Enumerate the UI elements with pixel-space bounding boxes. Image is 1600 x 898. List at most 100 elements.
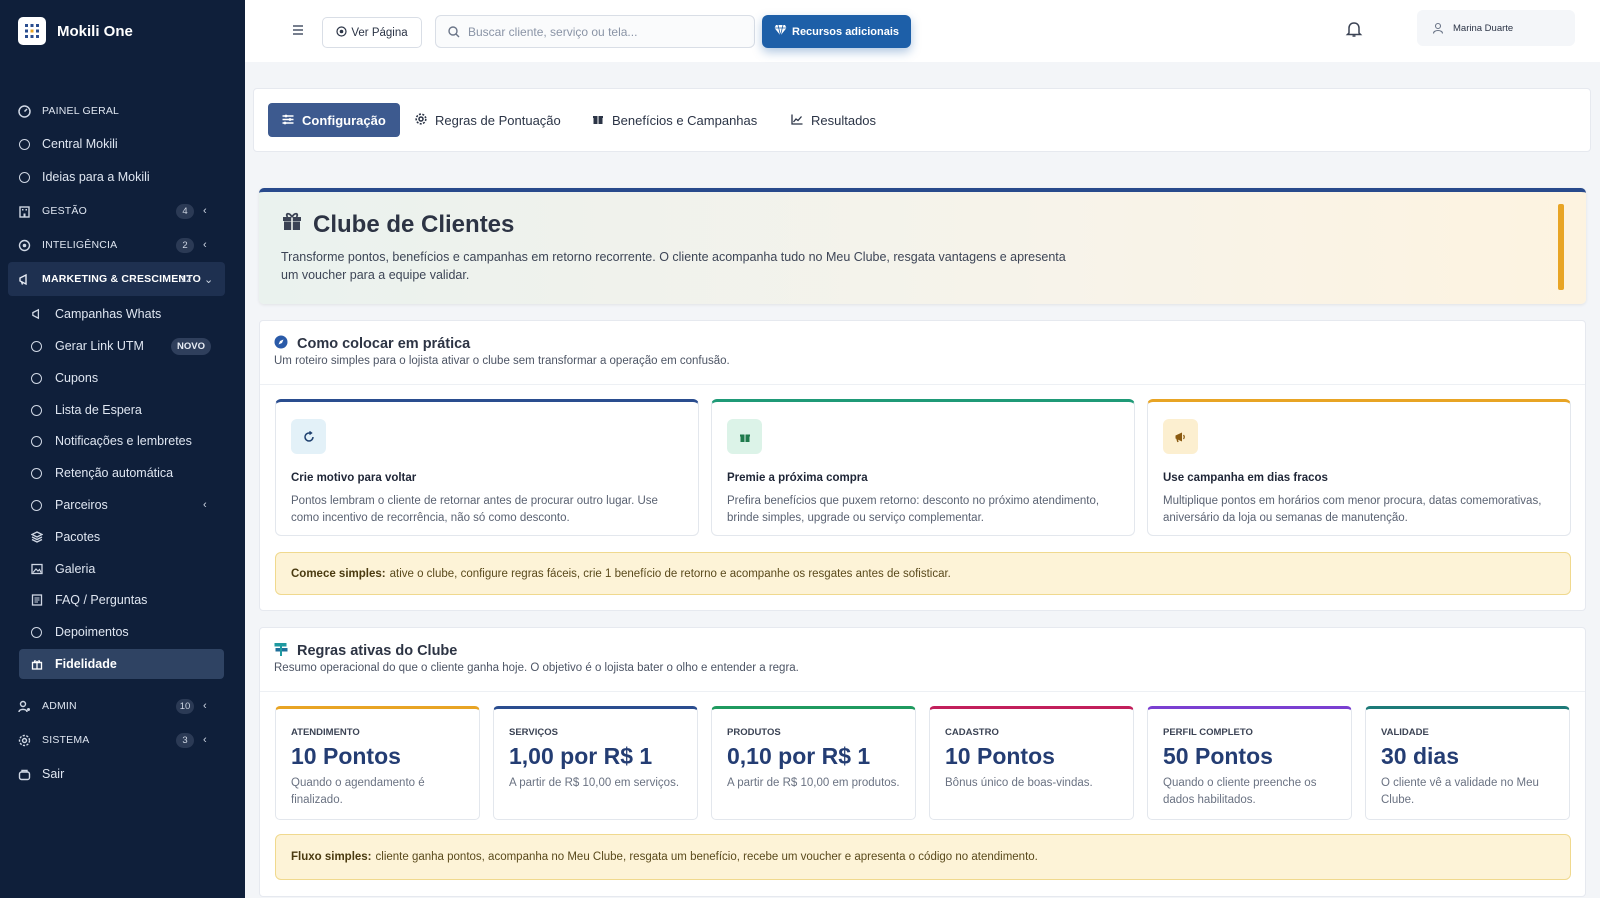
chevron-left-icon: ‹ [203, 239, 207, 251]
sidebar-item-label: INTELIGÊNCIA [42, 239, 118, 251]
sidebar-item-galeria[interactable]: Galeria [0, 554, 245, 584]
menu-toggle-icon[interactable] [292, 22, 304, 38]
rule-card: ATENDIMENTO 10 Pontos Quando o agendamen… [275, 706, 480, 820]
sidebar: Mokili One PAINEL GERAL Central Mokili I… [0, 0, 245, 898]
image-icon [30, 563, 43, 576]
sidebar-item-cupons[interactable]: Cupons [0, 363, 245, 393]
sidebar-item-marketing[interactable]: MARKETING & CRESCIMENTO 12 ⌄ [8, 262, 225, 296]
sidebar-item-painel-geral[interactable]: PAINEL GERAL [0, 96, 245, 126]
sidebar-item-campanhas-whats[interactable]: Campanhas Whats [0, 299, 245, 329]
count-badge: 3 [176, 732, 194, 748]
step-card: Premie a próxima compra Prefira benefíci… [711, 399, 1135, 536]
rule-value: 10 Pontos [945, 743, 1055, 769]
sidebar-item-admin[interactable]: ADMIN 10 ‹ [0, 691, 245, 721]
rule-card: CADASTRO 10 Pontos Bônus único de boas-v… [929, 706, 1134, 820]
megaphone-icon [1163, 419, 1198, 454]
rule-description: Quando o agendamento é finalizado. [291, 777, 425, 806]
gift-icon [30, 658, 43, 671]
circle-icon [30, 467, 43, 480]
view-page-label: Ver Página [351, 26, 408, 39]
gift-icon [727, 419, 762, 454]
tab-configuracao[interactable]: Configuração [268, 103, 400, 137]
bell-icon[interactable] [1345, 20, 1363, 38]
tip-note: Comece simples: ative o clube, configure… [275, 552, 1571, 595]
compass-icon [274, 335, 288, 353]
layers-icon [30, 531, 43, 544]
sidebar-item-label: Lista de Espera [55, 403, 142, 417]
sidebar-item-label: Sair [42, 767, 65, 781]
circle-icon [30, 435, 43, 448]
sliders-icon [282, 113, 294, 128]
tab-beneficios-campanhas[interactable]: Benefícios e Campanhas [592, 103, 757, 137]
section-subtitle: Resumo operacional do que o cliente ganh… [274, 662, 799, 674]
section-title-text: Regras ativas do Clube [297, 643, 458, 659]
rule-value: 0,10 por R$ 1 [727, 743, 871, 769]
sidebar-item-label: FAQ / Perguntas [55, 593, 148, 607]
circle-icon [30, 626, 43, 639]
sidebar-item-pacotes[interactable]: Pacotes [0, 522, 245, 552]
step-description: Prefira benefícios que puxem retorno: de… [727, 495, 1100, 524]
sidebar-item-faq[interactable]: FAQ / Perguntas [0, 585, 245, 615]
sidebar-item-inteligencia[interactable]: INTELIGÊNCIA 2 ‹ [0, 230, 245, 260]
step-card: Crie motivo para voltar Pontos lembram o… [275, 399, 699, 536]
search-input[interactable] [468, 24, 738, 39]
sidebar-item-label: Parceiros [55, 498, 108, 512]
circle-icon [18, 138, 31, 151]
rule-description: O cliente vê a validade no Meu Clube. [1381, 777, 1539, 806]
search-icon [448, 25, 460, 37]
hero-title-text: Clube de Clientes [313, 210, 515, 238]
rule-description: Quando o cliente preenche os dados habil… [1163, 777, 1317, 806]
divider [260, 691, 1585, 692]
extra-resources-button[interactable]: Recursos adicionais [762, 15, 911, 48]
chevron-left-icon: ‹ [203, 734, 207, 746]
sidebar-item-parceiros[interactable]: Parceiros ‹ [0, 490, 245, 520]
sidebar-item-label: Gerar Link UTM [55, 339, 144, 353]
rule-label: SERVIÇOS [509, 727, 558, 738]
brand[interactable]: Mokili One [0, 0, 245, 62]
sidebar-item-gestao[interactable]: GESTÃO 4 ‹ [0, 196, 245, 226]
accent-bar [1558, 204, 1564, 290]
tab-label: Configuração [302, 112, 386, 128]
rule-description: Bônus único de boas-vindas. [945, 777, 1093, 789]
step-title: Crie motivo para voltar [291, 472, 417, 484]
user-menu[interactable]: Marina Duarte [1417, 10, 1575, 46]
sidebar-item-sair[interactable]: Sair [0, 759, 245, 789]
app-name: Mokili One [57, 22, 133, 40]
sidebar-item-central-mokili[interactable]: Central Mokili [0, 129, 245, 159]
page-title: Clube de Clientes [281, 210, 514, 239]
tab-regras-pontuacao[interactable]: Regras de Pontuação [415, 103, 561, 137]
gift-icon [281, 210, 303, 239]
practice-section: Como colocar em prática Um roteiro simpl… [259, 320, 1586, 611]
chevron-left-icon: ‹ [203, 205, 207, 217]
tab-label: Regras de Pontuação [435, 112, 561, 128]
rule-description: A partir de R$ 10,00 em serviços. [509, 777, 680, 789]
sidebar-item-fidelidade[interactable]: Fidelidade [19, 649, 224, 679]
sidebar-item-ideias[interactable]: Ideias para a Mokili [0, 162, 245, 192]
sidebar-item-lista-espera[interactable]: Lista de Espera [0, 395, 245, 425]
gift-icon [592, 113, 604, 128]
sidebar-item-notificacoes[interactable]: Notificações e lembretes [0, 426, 245, 456]
circle-icon [30, 372, 43, 385]
tab-resultados[interactable]: Resultados [791, 103, 876, 137]
extra-resources-label: Recursos adicionais [792, 25, 899, 38]
rule-card: PRODUTOS 0,10 por R$ 1 A partir de R$ 10… [711, 706, 916, 820]
flow-strong: Fluxo simples: [291, 851, 372, 863]
count-badge: 12 [180, 273, 192, 285]
sidebar-item-sistema[interactable]: SISTEMA 3 ‹ [0, 725, 245, 755]
sidebar-item-gerar-link-utm[interactable]: Gerar Link UTM NOVO [0, 331, 245, 361]
sidebar-item-depoimentos[interactable]: Depoimentos [0, 617, 245, 647]
step-card: Use campanha em dias fracos Multiplique … [1147, 399, 1571, 536]
sidebar-item-label: Depoimentos [55, 625, 129, 639]
view-page-button[interactable]: Ver Página [322, 17, 422, 48]
count-badge: 10 [176, 698, 194, 714]
sidebar-item-label: Ideias para a Mokili [42, 170, 150, 184]
sidebar-item-retencao[interactable]: Retenção automática [0, 458, 245, 488]
sidebar-item-label: Central Mokili [42, 137, 118, 151]
refresh-icon [291, 419, 326, 454]
tip-strong: Comece simples: [291, 567, 386, 580]
step-title: Use campanha em dias fracos [1163, 472, 1328, 484]
rule-value: 1,00 por R$ 1 [509, 743, 653, 769]
section-subtitle: Um roteiro simples para o lojista ativar… [274, 355, 730, 367]
tab-label: Resultados [811, 112, 877, 128]
count-badge: 4 [176, 203, 194, 219]
